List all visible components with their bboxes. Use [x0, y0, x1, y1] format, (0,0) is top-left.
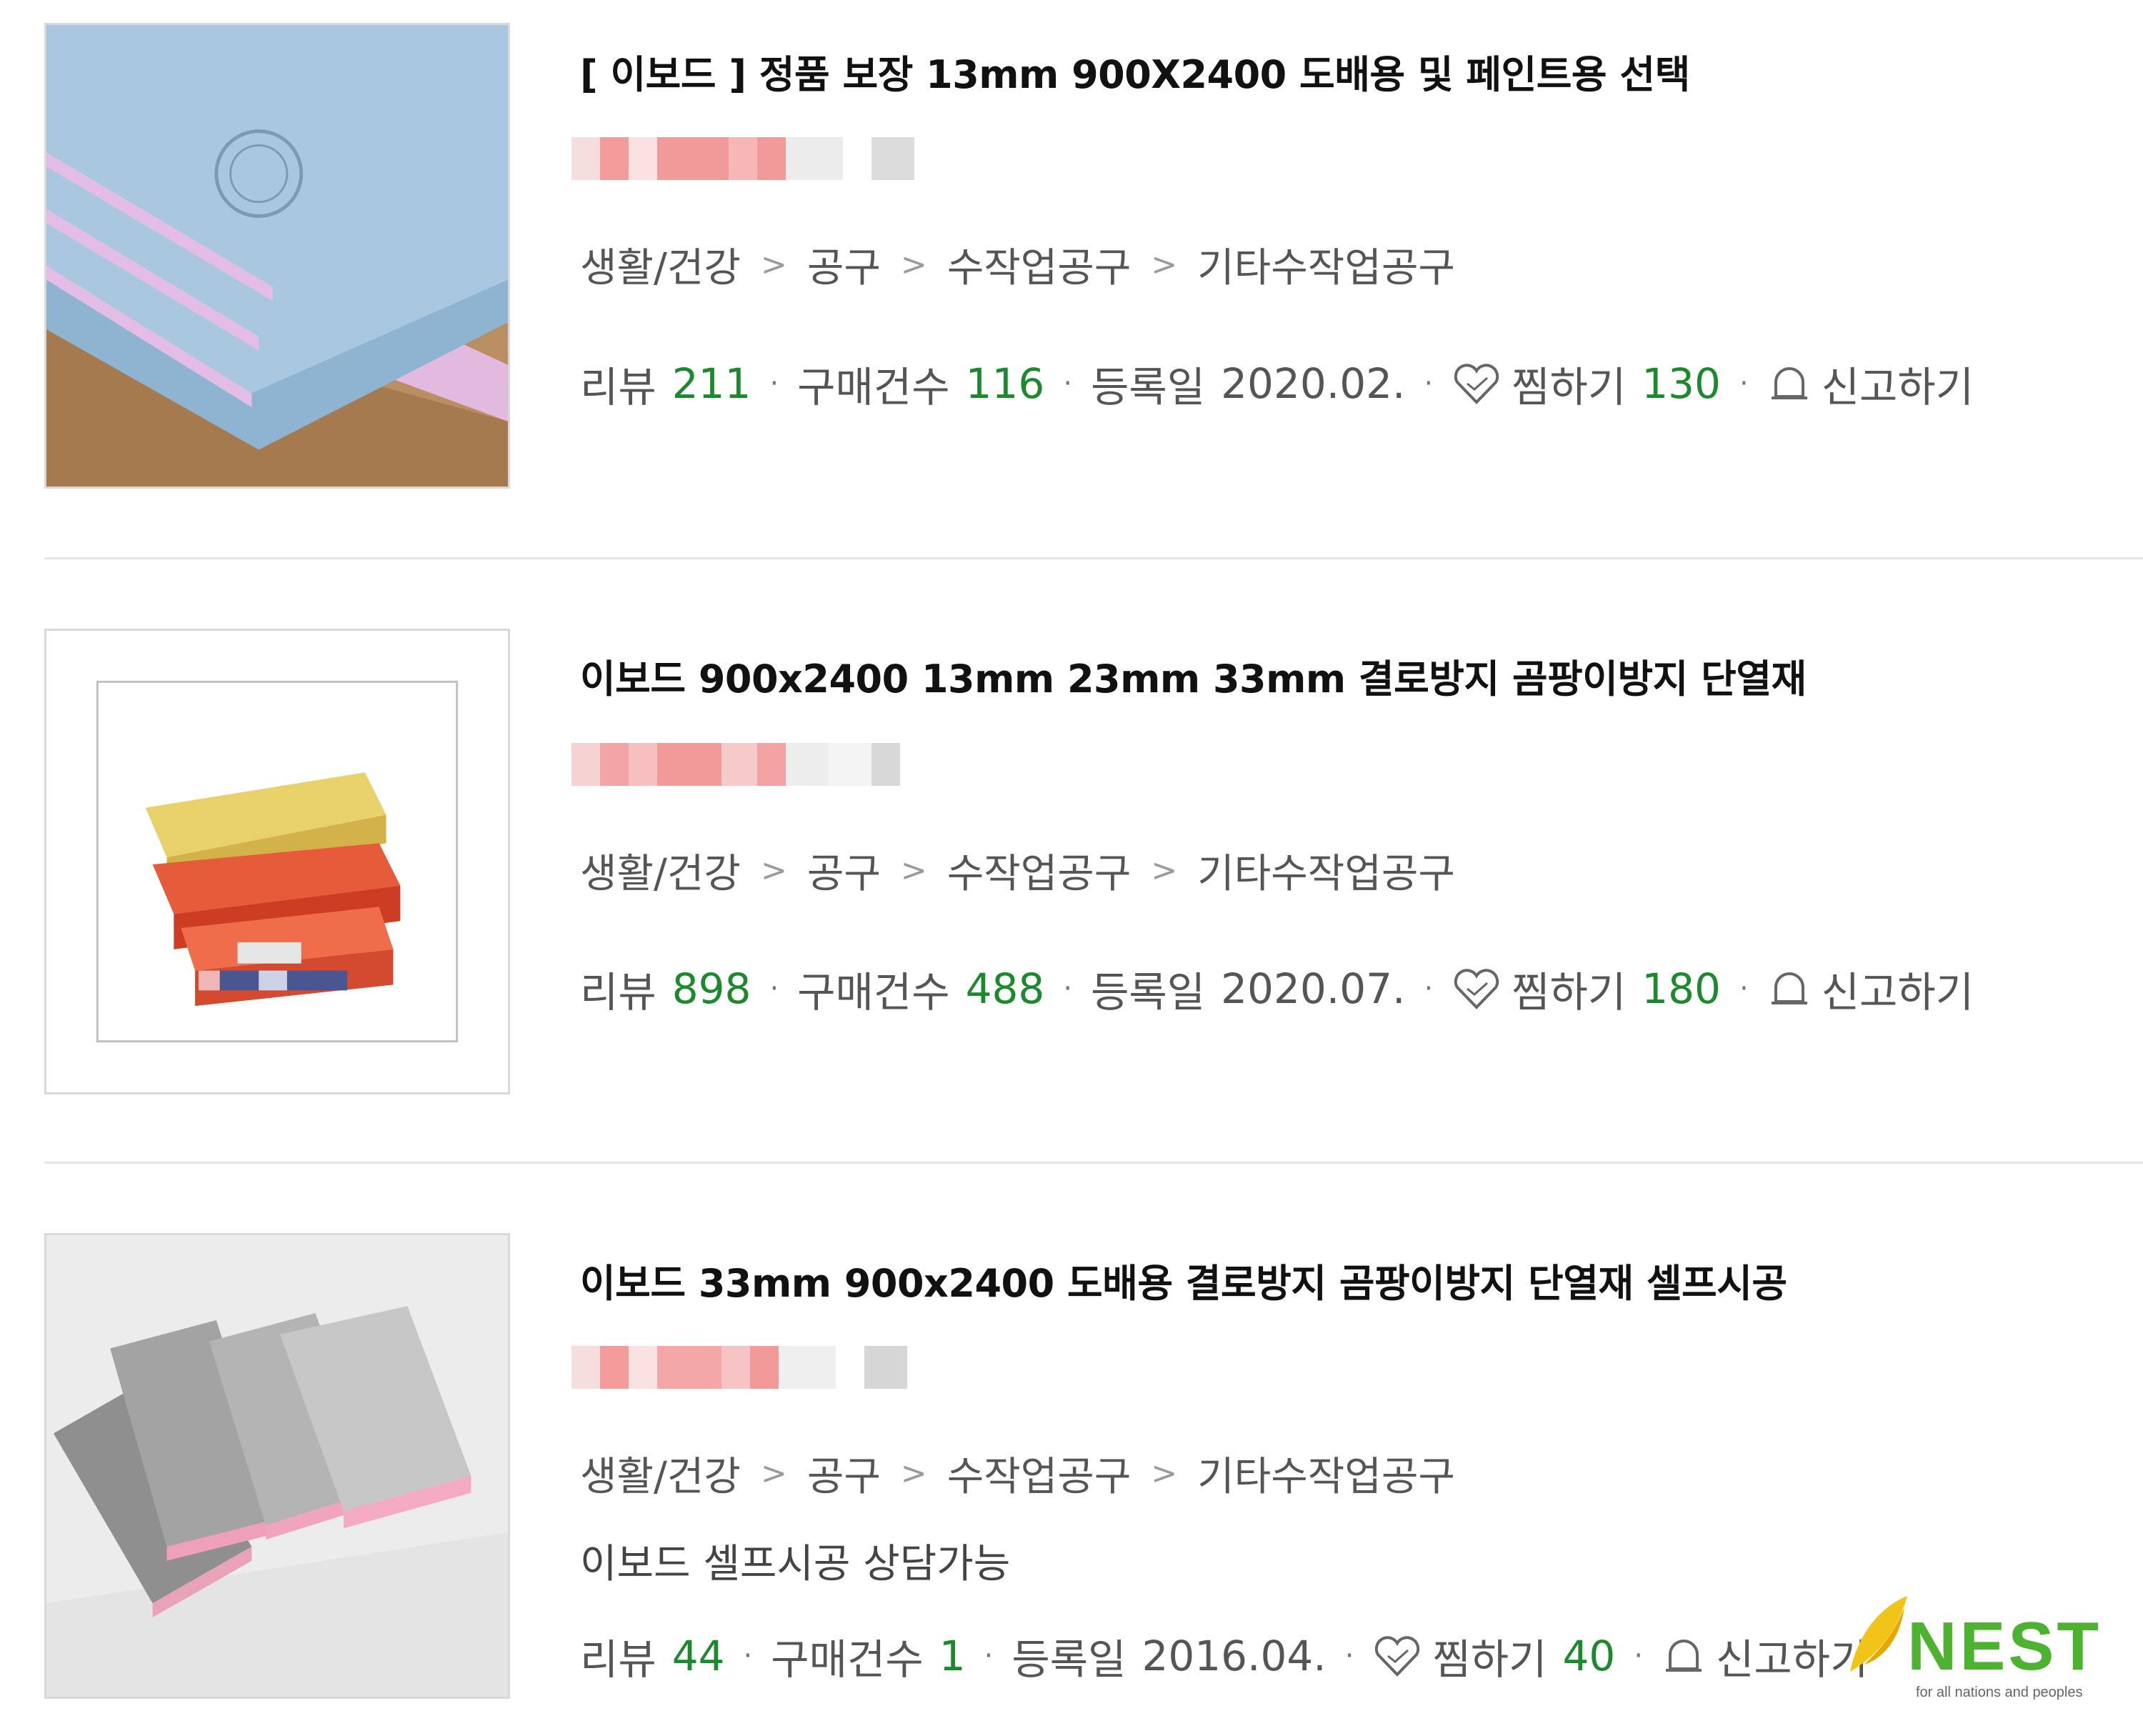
bell-icon[interactable]	[1662, 1635, 1706, 1677]
reg-date: 2016.04.	[1142, 1632, 1327, 1680]
blue-board-image	[46, 25, 508, 487]
product-thumbnail[interactable]	[44, 23, 510, 489]
category-breadcrumb[interactable]: 생활/건강 > 공구 > 수작업공구 > 기타수작업공구	[580, 1445, 1455, 1502]
category-level-4[interactable]: 기타수작업공구	[1197, 236, 1455, 294]
red-yellow-board-image	[46, 631, 508, 1092]
zzim-count: 180	[1642, 964, 1721, 1013]
meta-separator: ·	[984, 1640, 994, 1672]
review-label[interactable]: 리뷰	[580, 1626, 656, 1686]
meta-separator: ·	[1739, 367, 1749, 400]
reg-label: 등록일	[1011, 1635, 1127, 1684]
category-level-4[interactable]: 기타수작업공구	[1197, 842, 1455, 899]
meta-separator: ·	[769, 367, 779, 400]
zzim-label[interactable]: 찜하기	[1512, 354, 1626, 414]
category-level-3[interactable]: 수작업공구	[947, 842, 1132, 899]
meta-separator: ·	[1424, 367, 1434, 400]
breadcrumb-separator: >	[760, 852, 787, 889]
category-breadcrumb[interactable]: 생활/건강 > 공구 > 수작업공구 > 기타수작업공구	[580, 842, 1455, 899]
breadcrumb-separator: >	[1151, 246, 1178, 283]
breadcrumb-separator: >	[1151, 1455, 1178, 1492]
breadcrumb-separator: >	[760, 246, 787, 283]
purchase-count: 1	[939, 1632, 966, 1680]
category-level-1[interactable]: 생활/건강	[580, 842, 741, 899]
product-thumbnail[interactable]	[44, 1233, 510, 1699]
product-meta-row: 리뷰 898 · 구매건수 488 · 등록일 2020.07. · 찜하기 1…	[580, 959, 1974, 1019]
product-thumbnail[interactable]	[44, 629, 510, 1094]
product-title[interactable]: 이보드 900x2400 13mm 23mm 33mm 결로방지 곰팡이방지 단…	[580, 647, 1807, 704]
breadcrumb-separator: >	[760, 1455, 787, 1492]
category-level-4[interactable]: 기타수작업공구	[1197, 1445, 1455, 1502]
meta-separator: ·	[1634, 1640, 1644, 1672]
gray-board-image	[46, 1235, 508, 1697]
nest-logo: NEST for all nations and peoples	[1836, 1593, 2136, 1715]
purchase-count: 488	[965, 964, 1045, 1013]
category-level-1[interactable]: 생활/건강	[580, 1445, 741, 1502]
divider	[44, 557, 2143, 559]
breadcrumb-separator: >	[900, 1455, 927, 1492]
category-level-1[interactable]: 생활/건강	[580, 236, 741, 294]
meta-separator: ·	[769, 972, 779, 1005]
purchase-label: 구매건수	[797, 363, 950, 411]
zzim-count: 130	[1642, 359, 1721, 408]
meta-separator: ·	[743, 1640, 753, 1672]
category-level-2[interactable]: 공구	[807, 1445, 881, 1502]
product-description: 이보드 셀프시공 상담가능	[580, 1541, 1011, 1587]
purchase-label: 구매건수	[797, 968, 950, 1017]
review-label[interactable]: 리뷰	[580, 959, 656, 1019]
breadcrumb-separator: >	[900, 246, 927, 283]
meta-separator: ·	[1344, 1640, 1354, 1672]
review-count[interactable]: 211	[672, 359, 751, 408]
heart-icon[interactable]	[1452, 362, 1502, 405]
logo-name: NEST	[1907, 1608, 2102, 1685]
category-level-2[interactable]: 공구	[807, 842, 881, 899]
review-count[interactable]: 898	[672, 964, 751, 1013]
review-count[interactable]: 44	[672, 1632, 725, 1680]
meta-separator: ·	[1063, 367, 1073, 400]
reg-date: 2020.02.	[1221, 359, 1406, 408]
product-title[interactable]: 이보드 33mm 900x2400 도배용 결로방지 곰팡이방지 단열재 셀프시…	[580, 1252, 1787, 1308]
heart-icon[interactable]	[1372, 1635, 1422, 1677]
meta-separator: ·	[1063, 972, 1073, 1005]
divider	[44, 1162, 2143, 1164]
purchase-label: 구매건수	[771, 1635, 924, 1684]
seller-name-blurred	[571, 1337, 957, 1397]
reg-label: 등록일	[1091, 968, 1206, 1017]
category-level-2[interactable]: 공구	[807, 236, 881, 294]
meta-separator: ·	[1739, 972, 1749, 1005]
bell-icon[interactable]	[1767, 362, 1812, 405]
category-level-3[interactable]: 수작업공구	[947, 236, 1132, 294]
purchase-count: 116	[965, 359, 1045, 408]
bell-icon[interactable]	[1767, 967, 1812, 1010]
breadcrumb-separator: >	[1151, 852, 1178, 889]
report-label[interactable]: 신고하기	[1822, 959, 1974, 1019]
logo-tagline: for all nations and peoples	[1916, 1685, 2083, 1700]
reg-label: 등록일	[1091, 363, 1206, 411]
seller-name-blurred	[571, 734, 957, 794]
meta-separator: ·	[1424, 972, 1434, 1005]
seller-name-blurred	[571, 129, 957, 189]
reg-date: 2020.07.	[1221, 964, 1406, 1013]
leaf-icon	[1850, 1596, 1907, 1672]
category-level-3[interactable]: 수작업공구	[947, 1445, 1132, 1502]
zzim-label[interactable]: 찜하기	[1512, 959, 1626, 1019]
zzim-count: 40	[1562, 1632, 1616, 1680]
zzim-label[interactable]: 찜하기	[1432, 1626, 1547, 1686]
product-meta-row: 리뷰 211 · 구매건수 116 · 등록일 2020.02. · 찜하기 1…	[580, 354, 1974, 414]
heart-icon[interactable]	[1452, 967, 1502, 1010]
breadcrumb-separator: >	[900, 852, 927, 889]
product-meta-row: 리뷰 44 · 구매건수 1 · 등록일 2016.04. · 찜하기 40 ·…	[580, 1626, 1869, 1686]
product-title[interactable]: [ 이보드 ] 정품 보장 13mm 900X2400 도배용 및 페인트용 선…	[580, 43, 1690, 99]
report-label[interactable]: 신고하기	[1822, 354, 1974, 414]
category-breadcrumb[interactable]: 생활/건강 > 공구 > 수작업공구 > 기타수작업공구	[580, 236, 1455, 294]
review-label[interactable]: 리뷰	[580, 354, 656, 414]
